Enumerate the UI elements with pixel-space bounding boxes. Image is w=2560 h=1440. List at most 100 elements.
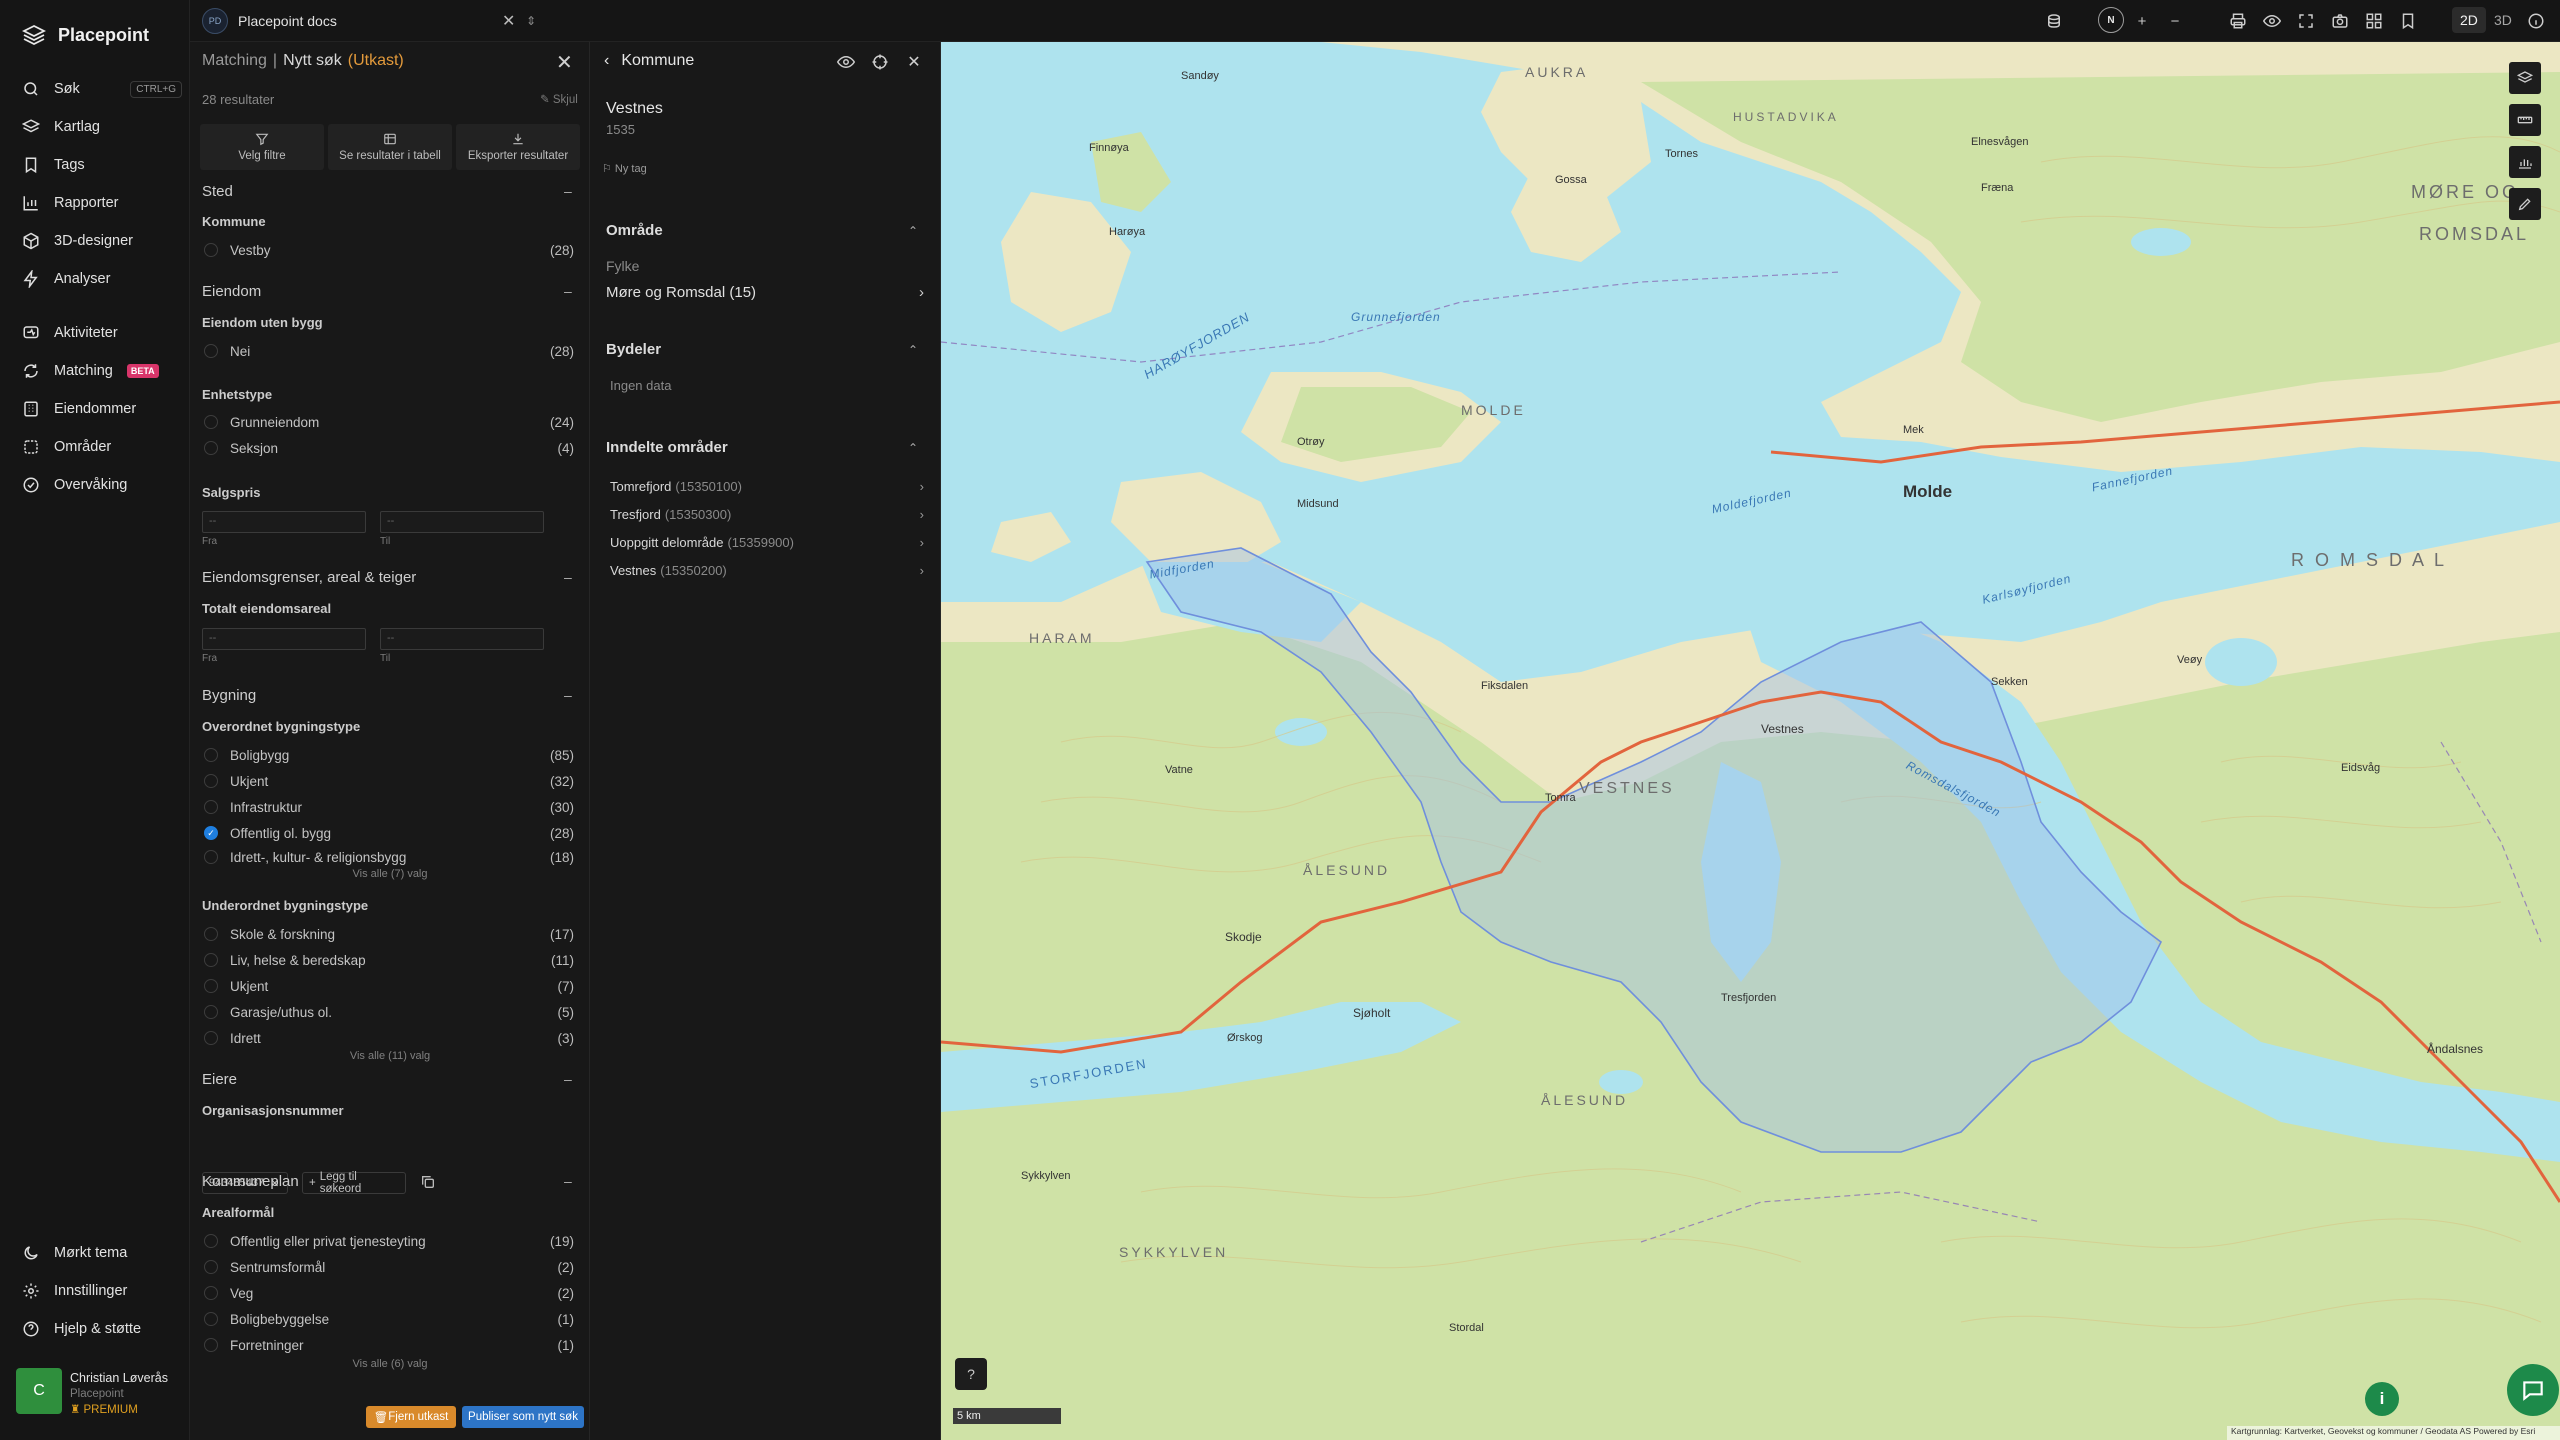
draw-tool-button[interactable] [2509,188,2541,220]
chevron-up-icon[interactable]: ⌃ [908,441,918,455]
eye-icon[interactable] [836,52,856,72]
nav-item-eiendommer[interactable]: Eiendommer [22,394,182,424]
checkbox-row[interactable]: Idrett (3) [204,1028,574,1048]
nav-item-dark-theme[interactable]: Mørkt tema [22,1238,182,1268]
print-icon[interactable] [2226,9,2250,33]
crosshair-icon[interactable] [870,52,890,72]
checkbox[interactable] [204,415,218,429]
nav-item-rapporter[interactable]: Rapporter [22,188,182,218]
grid-icon[interactable] [2362,9,2386,33]
info-icon[interactable] [2524,9,2548,33]
checkbox[interactable] [204,243,218,257]
checkbox-row[interactable]: Vestby (28) [204,240,574,260]
checkbox-row[interactable]: Grunneiendom (24) [204,412,574,432]
workspace-selector[interactable]: PD Placepoint docs ✕ ⇕ [202,6,536,36]
show-all-link[interactable]: Vis alle (11) valg [190,1050,590,1062]
section-kommuneplan-title[interactable]: Kommuneplan [202,1173,299,1190]
new-tag-button[interactable]: ⚐ Ny tag [602,162,647,175]
view-3d-toggle[interactable]: 3D [2486,7,2520,33]
fylke-link[interactable]: Møre og Romsdal (15) › [606,284,924,301]
section-eiendom-title[interactable]: Eiendom [202,283,261,300]
nav-item-sok[interactable]: Søk CTRL+G [22,74,182,104]
nav-item-omrader[interactable]: Områder [22,432,182,462]
nav-item-analyser[interactable]: Analyser [22,264,182,294]
section-grenser-title[interactable]: Eiendomsgrenser, areal & teiger [202,569,416,586]
section-bygning-title[interactable]: Bygning [202,687,256,704]
show-all-link[interactable]: Vis alle (7) valg [190,868,590,880]
checkbox[interactable] [204,800,218,814]
camera-icon[interactable] [2328,9,2352,33]
area-list-item[interactable]: Tresfjord (15350300) › [610,507,924,522]
checkbox[interactable] [204,1005,218,1019]
eye-icon[interactable] [2260,9,2284,33]
show-all-link[interactable]: Vis alle (6) valg [190,1358,590,1370]
bookmark-icon[interactable] [2396,9,2420,33]
nav-item-3d-designer[interactable]: 3D-designer [22,226,182,256]
chat-support-button[interactable] [2507,1364,2559,1416]
area-list-item[interactable]: Tomrefjord (15350100) › [610,479,924,494]
section-bydeler-title[interactable]: Bydeler [606,341,661,358]
chevron-up-icon[interactable]: ⌃ [908,224,918,238]
copy-icon[interactable] [420,1174,436,1190]
checkbox[interactable] [204,1338,218,1352]
map-help-button[interactable]: ? [955,1358,987,1390]
checkbox-row[interactable]: Offentlig eller privat tjenesteyting (19) [204,1231,574,1251]
checkbox-row[interactable]: Skole & forskning (17) [204,924,574,944]
checkbox[interactable] [204,441,218,455]
checkbox-row[interactable]: Ukjent (32) [204,771,574,791]
checkbox[interactable] [204,850,218,864]
checkbox-row[interactable]: Boligbygg (85) [204,745,574,765]
nav-item-tags[interactable]: Tags [22,150,182,180]
price-from-input[interactable]: -- [202,511,366,533]
checkbox-row[interactable]: Seksjon (4) [204,438,574,458]
collapse-icon[interactable]: – [564,183,572,199]
add-search-term-button[interactable]: + Legg til søkeord [302,1171,406,1195]
show-table-button[interactable]: Se resultater i tabell [328,124,452,170]
chevron-up-icon[interactable]: ⌃ [908,343,918,357]
checkbox-row-checked[interactable]: ✓ Offentlig ol. bygg (28) [204,823,574,843]
checkbox-row[interactable]: Infrastruktur (30) [204,797,574,817]
checkbox-row[interactable]: Veg (2) [204,1283,574,1303]
checkbox[interactable] [204,1312,218,1326]
checkbox[interactable] [204,344,218,358]
area-from-input[interactable]: -- [202,628,366,650]
section-omrade-title[interactable]: Område [606,222,663,239]
nav-item-overvaking[interactable]: Overvåking [22,470,182,500]
stack-tool-icon[interactable] [2042,9,2066,33]
section-inndelte-title[interactable]: Inndelte områder [606,439,728,456]
checkbox[interactable] [204,927,218,941]
map-layer-tool-button[interactable] [2509,62,2541,94]
zoom-out-icon[interactable]: − [2163,9,2187,33]
nav-item-matching[interactable]: Matching BETA [22,356,182,386]
area-list-item[interactable]: Vestnes (15350200) › [610,563,924,578]
compass-north-button[interactable]: N [2098,7,2124,33]
collapse-icon[interactable]: – [564,283,572,299]
area-to-input[interactable]: -- [380,628,544,650]
section-eiere-title[interactable]: Eiere [202,1071,237,1088]
zoom-in-icon[interactable]: + [2130,9,2154,33]
breadcrumb-matching[interactable]: Matching [202,52,267,70]
hide-toggle[interactable]: ✎ Skjul [540,92,578,106]
collapse-icon[interactable]: – [564,687,572,703]
collapse-icon[interactable]: – [564,1071,572,1087]
checkbox-row[interactable]: Liv, helse & beredskap (11) [204,950,574,970]
checkbox[interactable] [204,1260,218,1274]
checkbox-row[interactable]: Forretninger (1) [204,1335,574,1355]
area-list-item[interactable]: Uoppgitt delområde (15359900) › [610,535,924,550]
view-2d-toggle[interactable]: 2D [2452,7,2486,33]
section-sted-title[interactable]: Sted [202,183,233,200]
checkbox-row[interactable]: Ukjent (7) [204,976,574,996]
collapse-icon[interactable]: – [564,1173,572,1189]
app-logo[interactable]: Placepoint [22,20,149,50]
sort-arrows-icon[interactable]: ⇕ [526,14,536,28]
checkbox-row[interactable]: Garasje/uthus ol. (5) [204,1002,574,1022]
export-results-button[interactable]: Eksporter resultater [456,124,580,170]
info-button[interactable]: i [2365,1382,2399,1416]
measure-tool-button[interactable] [2509,104,2541,136]
checkbox[interactable] [204,1234,218,1248]
checkbox[interactable] [204,748,218,762]
checkbox-checked[interactable]: ✓ [204,826,218,840]
remove-draft-button[interactable]: 🗑 Fjern utkast [366,1406,456,1428]
checkbox[interactable] [204,979,218,993]
collapse-icon[interactable]: – [564,569,572,585]
